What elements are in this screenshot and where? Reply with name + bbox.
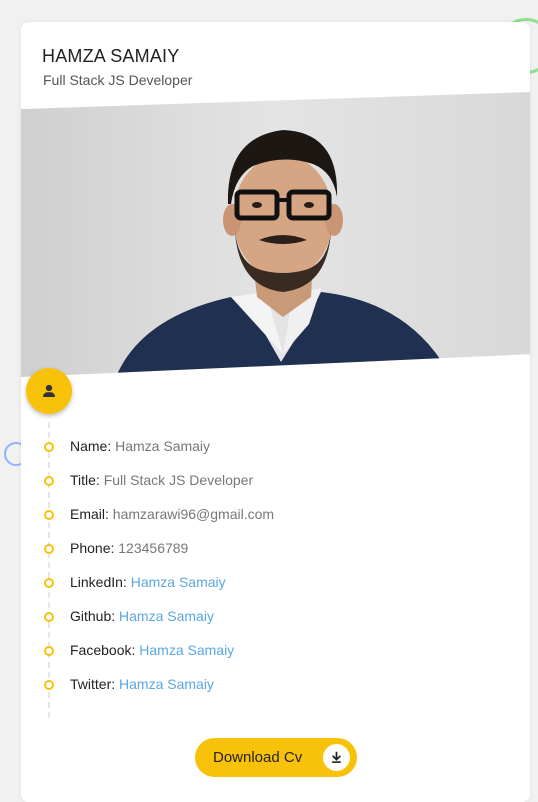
profile-name: HAMZA SAMAIY: [42, 46, 180, 66]
timeline-dot: [44, 646, 54, 656]
info-label: Phone:: [70, 540, 115, 556]
info-value: Full Stack JS Developer: [103, 472, 254, 488]
facebook-link[interactable]: Hamza Samaiy: [139, 642, 234, 658]
person-icon-button[interactable]: [26, 368, 72, 414]
info-label: Title:: [70, 472, 100, 488]
twitter-link[interactable]: Hamza Samaiy: [119, 676, 214, 692]
info-value: Hamza Samaiy: [115, 438, 211, 454]
github-link[interactable]: Hamza Samaiy: [119, 608, 214, 624]
timeline-dot: [44, 442, 54, 452]
profile-card: HAMZA SAMAIY Full Stack JS Developer Nam…: [21, 22, 530, 802]
timeline-dot: [44, 476, 54, 486]
info-label: Facebook:: [70, 642, 136, 658]
info-label: Twitter:: [70, 676, 116, 692]
download-button-label: Download Cv: [213, 749, 303, 766]
info-item-email: Email: hamzarawi96@gmail.com: [21, 502, 501, 526]
timeline-dot: [44, 680, 54, 690]
info-item-phone: Phone: 123456789: [21, 536, 501, 560]
info-value: hamzarawi96@gmail.com: [112, 506, 275, 522]
profile-photo: [21, 92, 530, 377]
timeline-dot: [44, 544, 54, 554]
info-item-github: Github: Hamza Samaiy: [21, 604, 501, 628]
profile-title: Full Stack JS Developer: [43, 72, 193, 88]
info-item-name: Name: Hamza Samaiy: [21, 434, 501, 458]
download-cv-button[interactable]: Download Cv: [195, 738, 357, 777]
info-value: 123456789: [118, 540, 189, 556]
info-item-linkedin: LinkedIn: Hamza Samaiy: [21, 570, 501, 594]
linkedin-link[interactable]: Hamza Samaiy: [131, 574, 226, 590]
timeline-dot: [44, 578, 54, 588]
download-icon: [323, 744, 350, 771]
info-label: LinkedIn:: [70, 574, 127, 590]
info-item-twitter: Twitter: Hamza Samaiy: [21, 672, 501, 696]
info-item-facebook: Facebook: Hamza Samaiy: [21, 638, 501, 662]
timeline-dot: [44, 510, 54, 520]
info-item-title: Title: Full Stack JS Developer: [21, 468, 501, 492]
person-icon: [43, 384, 55, 397]
info-label: Github:: [70, 608, 116, 624]
info-label: Email:: [70, 506, 109, 522]
timeline-dot: [44, 612, 54, 622]
info-label: Name:: [70, 438, 112, 454]
